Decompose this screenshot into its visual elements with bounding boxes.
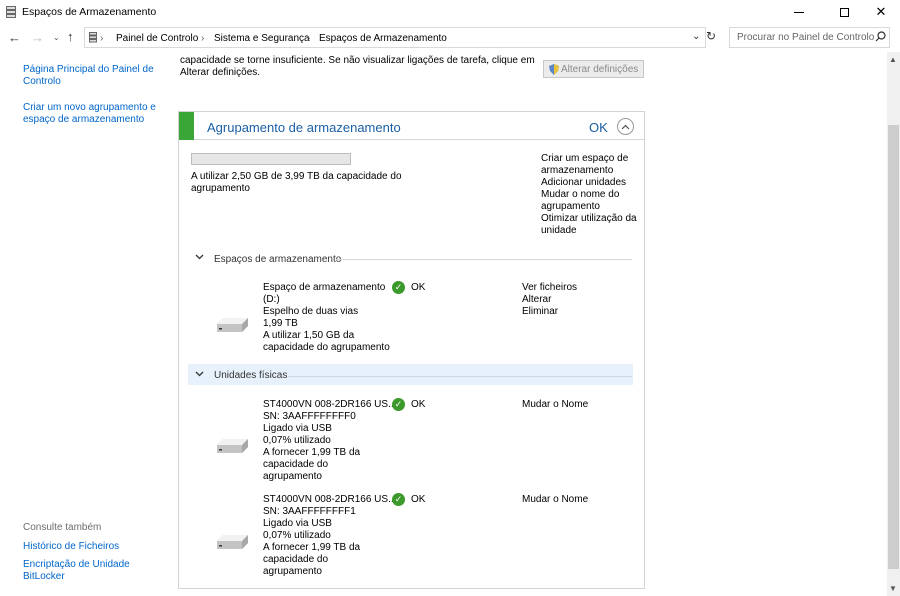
sidebar-link-create-pool[interactable]: Criar um novo agrupamento e espaço de ar… [23,102,168,126]
ok-check-icon: ✓ [392,281,405,294]
drive1-model: ST4000VN 008-2DR166 US... [263,399,397,410]
breadcrumb-separator-icon: › [307,33,311,44]
minimize-button[interactable] [782,0,816,24]
delete-space-link[interactable]: Eliminar [522,306,558,318]
title-bar: Espaços de Armazenamento ✕ [0,0,900,26]
intro-text-line1: capacidade se torne insuficiente. Se não… [180,55,535,66]
change-space-link[interactable]: Alterar [522,294,551,306]
physical-section-header[interactable]: Unidades físicas [214,370,287,382]
drive1-status: OK [411,399,426,410]
drive2-rename-link[interactable]: Mudar o Nome [522,494,588,506]
scrollbar-thumb[interactable] [888,125,899,569]
space-resiliency: Espelho de duas vias [263,306,359,317]
pool-status-bar [179,112,194,140]
collapse-chevron-button[interactable] [617,118,634,135]
space-status: OK [411,282,426,293]
pool-usage-line2: agrupamento [191,183,250,194]
rename-pool-link-line1[interactable]: Mudar o nome do [541,189,619,201]
address-dropdown-chevron-icon[interactable]: ⌄ [692,31,700,42]
up-arrow-icon[interactable]: ↑ [67,29,74,44]
search-input[interactable]: Procurar no Painel de Controlo [729,27,890,48]
physical-drive-icon [215,533,249,554]
pool-status: OK [589,120,608,135]
spaces-section-chevron-icon[interactable] [195,252,204,262]
optimize-link-line2[interactable]: unidade [541,225,577,237]
drive2-connection: Ligado via USB [263,518,332,529]
drive1-provides-line1: A fornecer 1,99 TB da [263,447,361,458]
search-icon[interactable] [875,31,886,45]
maximize-button[interactable] [827,0,861,24]
breadcrumb-painel-de-controlo[interactable]: Painel de Controlo [116,33,198,44]
space-usage-line2: capacidade do agrupamento [263,342,390,353]
space-usage-line1: A utilizar 1,50 GB da [263,330,355,341]
pool-title: Agrupamento de armazenamento [207,120,401,135]
optimize-link-line1[interactable]: Otimizar utilização da [541,213,637,225]
drive1-used: 0,07% utilizado [263,435,331,446]
breadcrumb-espacos[interactable]: Espaços de Armazenamento [319,33,447,44]
drive2-provides-line2: capacidade do [263,554,329,565]
sidebar-link-bitlocker[interactable]: Encriptação de Unidade BitLocker [23,559,133,583]
drive1-rename-link[interactable]: Mudar o Nome [522,399,588,411]
rename-pool-link-line2[interactable]: agrupamento [541,201,600,213]
ok-check-icon: ✓ [392,493,405,506]
spaces-section-header[interactable]: Espaços de armazenamento [214,254,341,266]
scroll-down-arrow-icon[interactable]: ▼ [889,584,897,593]
intro-text-line2: Alterar definições. [180,67,261,78]
close-icon: ✕ [875,4,887,19]
address-bar[interactable]: › Painel de Controlo › Sistema e Seguran… [84,27,706,48]
drive1-provides-line3: agrupamento [263,471,322,482]
search-placeholder: Procurar no Painel de Controlo [737,32,875,43]
chevron-up-icon [621,124,630,129]
pool-usage-fill [192,154,292,164]
virtual-drive-icon [215,316,249,337]
physical-section-chevron-icon[interactable] [195,369,204,379]
physical-section-divider [288,376,632,377]
drive2-status: OK [411,494,426,505]
recent-locations-chevron-icon[interactable]: ⌄ [53,33,60,42]
spaces-section-divider [336,259,632,260]
add-drives-link[interactable]: Adicionar unidades [541,177,626,189]
create-space-link-line2[interactable]: armazenamento [541,165,613,177]
drive1-connection: Ligado via USB [263,423,332,434]
see-also-heading: Consulte também [23,522,102,533]
breadcrumb-sistema-e-seguranca[interactable]: Sistema e Segurança [214,33,310,44]
create-space-link-line1[interactable]: Criar um espaço de [541,153,628,165]
drive2-serial: SN: 3AAFFFFFFFF1 [263,506,356,517]
forward-arrow-icon[interactable]: → [31,30,44,45]
drive2-provides-line1: A fornecer 1,99 TB da [263,542,361,553]
drive2-used: 0,07% utilizado [263,530,331,541]
close-button[interactable]: ✕ [864,0,898,24]
change-settings-button[interactable]: Alterar definições [543,60,644,78]
window-title: Espaços de Armazenamento [22,6,157,18]
pool-usage-bar [191,153,351,165]
view-files-link[interactable]: Ver ficheiros [522,282,577,294]
uac-shield-icon [549,63,559,75]
space-capacity: 1,99 TB [263,318,298,329]
change-settings-label: Alterar definições [561,63,639,75]
storage-spaces-icon [6,6,16,18]
drive2-provides-line3: agrupamento [263,566,322,577]
ok-check-icon: ✓ [392,398,405,411]
space-name-line2: (D:) [263,294,280,305]
drive1-serial: SN: 3AAFFFFFFFF0 [263,411,356,422]
breadcrumb-separator-icon: › [100,33,104,44]
refresh-icon[interactable]: ↻ [706,29,716,43]
back-arrow-icon[interactable]: ← [8,30,21,45]
pool-usage-line1: A utilizar 2,50 GB de 3,99 TB da capacid… [191,171,402,182]
drive1-provides-line2: capacidade do [263,459,329,470]
breadcrumb-separator-icon: › [201,33,205,44]
scroll-up-arrow-icon[interactable]: ▲ [889,55,897,64]
space-name-line1: Espaço de armazenamento [263,282,386,293]
minimize-icon [794,11,804,13]
sidebar-link-control-panel-home[interactable]: Página Principal do Painel de Controlo [23,64,163,88]
sidebar-link-file-history[interactable]: Histórico de Ficheiros [23,541,163,553]
maximize-icon [839,7,849,17]
pool-header-divider [194,139,644,140]
physical-drive-icon [215,437,249,458]
drive2-model: ST4000VN 008-2DR166 US... [263,494,397,505]
location-icon [89,32,97,46]
